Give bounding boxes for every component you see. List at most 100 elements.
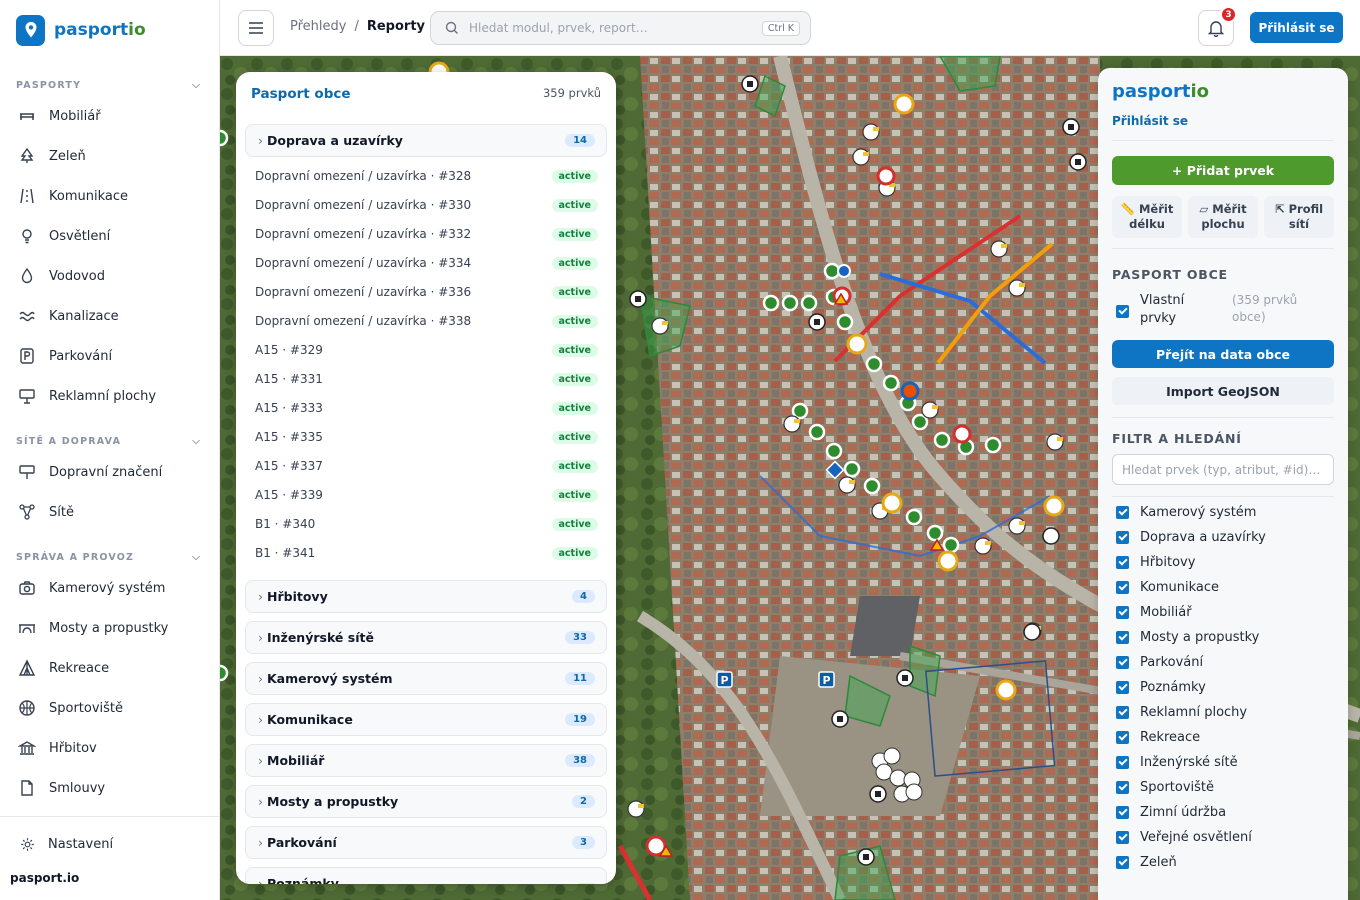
filter-label[interactable]: Mobiliář [1140,605,1192,620]
group-mobiliar[interactable]: › Mobiliář 38 [245,744,607,777]
list-item-name: Dopravní omezení / uzavírka · #336 [255,285,472,299]
global-search[interactable]: Ctrl K [430,11,811,45]
list-item[interactable]: A15 · #337 active [255,456,598,476]
list-item[interactable]: A15 · #335 active [255,427,598,447]
group-count-badge: 11 [565,672,595,685]
own-features-checkbox[interactable] [1116,305,1129,318]
filter-label[interactable]: Hřbitovy [1140,555,1195,570]
sidebar-item-komunikace[interactable]: Komunikace [18,184,209,208]
filter-checkbox[interactable] [1116,731,1129,744]
filter-label[interactable]: Inženýrské sítě [1140,755,1238,770]
filter-label[interactable]: Parkování [1140,655,1203,670]
filter-label[interactable]: Poznámky [1140,680,1206,695]
network-profile-button[interactable]: ⇱ Profil sítí [1264,196,1334,238]
chevron-right-icon: › [258,133,263,148]
sidebar-item-mosty-a-propustky[interactable]: Mosty a propustky [18,616,209,640]
sidebar-item-zelen[interactable]: Zeleň [18,144,209,168]
measure-area-button[interactable]: ▱ Měřit plochu [1188,196,1258,238]
sidebar-item-mobiliar[interactable]: Mobiliář [18,104,209,128]
group-inzenyrske-site[interactable]: › Inženýrské sítě 33 [245,621,607,654]
filter-checkbox[interactable] [1116,656,1129,669]
group-mosty-a-propustky[interactable]: › Mosty a propustky 2 [245,785,607,818]
sidebar-item-kamerovy-system[interactable]: Kamerový systém [18,576,209,600]
control-panel-login-link[interactable]: Přihlásit se [1112,114,1188,128]
filter-label[interactable]: Kamerový systém [1140,505,1256,520]
breadcrumb-reporty[interactable]: Reporty [367,19,425,34]
filter-label[interactable]: Reklamní plochy [1140,705,1247,720]
list-item[interactable]: Dopravní omezení / uzavírka · #334 active [255,253,598,273]
sidebar-item-smlouvy[interactable]: Smlouvy [18,776,209,800]
measure-length-button[interactable]: 📏 Měřit délku [1112,196,1182,238]
sidebar-item-hrbitov[interactable]: Hřbitov [18,736,209,760]
filter-checkbox[interactable] [1116,506,1129,519]
feature-search-input[interactable] [1112,454,1334,485]
group-poznamky[interactable]: › Poznámky [245,867,607,884]
global-search-input[interactable] [469,21,752,35]
sidebar-item-kanalizace[interactable]: Kanalizace [18,304,209,328]
go-to-municipal-data-button[interactable]: Přejít na data obce [1112,340,1334,368]
group-hrbitovy[interactable]: › Hřbitovy 4 [245,580,607,613]
list-item[interactable]: Dopravní omezení / uzavírka · #332 active [255,224,598,244]
filter-checkbox[interactable] [1116,806,1129,819]
filter-checkbox[interactable] [1116,556,1129,569]
filter-checkbox[interactable] [1116,681,1129,694]
nav-section-site-a-doprava[interactable]: SÍTĚ A DOPRAVA ⌵ [16,436,201,447]
filter-checkbox[interactable] [1116,631,1129,644]
filter-label[interactable]: Doprava a uzavírky [1140,530,1266,545]
sidebar-item-reklamni-plochy[interactable]: Reklamní plochy [18,384,209,408]
import-geojson-button[interactable]: Import GeoJSON [1112,377,1334,405]
group-doprava-a-uzavirky[interactable]: › Doprava a uzavírky 14 [245,124,607,157]
filter-checkbox[interactable] [1116,706,1129,719]
filter-label[interactable]: Zimní údržba [1140,805,1226,820]
divider [1112,140,1334,141]
filter-label[interactable]: Mosty a propustky [1140,630,1259,645]
list-item[interactable]: A15 · #331 active [255,369,598,389]
group-parkovani[interactable]: › Parkování 3 [245,826,607,859]
filter-label[interactable]: Zeleň [1140,855,1177,870]
login-button[interactable]: Přihlásit se [1250,12,1343,43]
sidebar-item-osvetleni[interactable]: Osvětlení [18,224,209,248]
sidebar-item-sportoviste[interactable]: Sportoviště [18,696,209,720]
sidebar-item-parkovani[interactable]: Parkování [18,344,209,368]
filter-label[interactable]: Sportoviště [1140,780,1214,795]
list-item[interactable]: Dopravní omezení / uzavírka · #328 active [255,166,598,186]
list-item[interactable]: Dopravní omezení / uzavírka · #338 active [255,311,598,331]
filter-checkbox[interactable] [1116,831,1129,844]
status-badge: active [551,343,598,357]
sidebar-item-dopravni-znaceni[interactable]: Dopravní značení [18,460,209,484]
breadcrumb-prehledy[interactable]: Přehledy [290,19,346,34]
nav-section-sprava-a-provoz[interactable]: SPRÁVA A PROVOZ ⌵ [16,552,201,563]
group-komunikace[interactable]: › Komunikace 19 [245,703,607,736]
sidebar-item-vodovod[interactable]: Vodovod [18,264,209,288]
list-item[interactable]: A15 · #329 active [255,340,598,360]
list-item[interactable]: A15 · #339 active [255,485,598,505]
filter-checkbox[interactable] [1116,581,1129,594]
sidebar-item-nastaveni[interactable]: Nastavení [20,832,209,856]
list-item[interactable]: A15 · #333 active [255,398,598,418]
filter-label[interactable]: Veřejné osvětlení [1140,830,1252,845]
brand-name: pasportio [54,20,146,40]
filter-label[interactable]: Rekreace [1140,730,1200,745]
menu-toggle-button[interactable] [238,10,274,46]
status-badge: active [551,169,598,183]
filter-label[interactable]: Komunikace [1140,580,1219,595]
chevron-right-icon: › [258,712,263,727]
list-item[interactable]: B1 · #340 active [255,514,598,534]
list-panel-count: 359 prvků [542,86,601,100]
nav-section-pasporty[interactable]: PASPORTY ⌵ [16,80,201,91]
list-item[interactable]: B1 · #341 active [255,543,598,563]
list-item[interactable]: Dopravní omezení / uzavírka · #330 active [255,195,598,215]
sidebar-item-rekreace[interactable]: Rekreace [18,656,209,680]
filter-checkbox[interactable] [1116,756,1129,769]
filter-checkbox[interactable] [1116,856,1129,869]
arrow-up-left-icon: ⇱ [1274,202,1285,216]
filter-checkbox[interactable] [1116,531,1129,544]
sidebar-item-site[interactable]: Sítě [18,500,209,524]
filter-checkbox[interactable] [1116,781,1129,794]
filter-checkbox[interactable] [1116,606,1129,619]
list-item[interactable]: Dopravní omezení / uzavírka · #336 active [255,282,598,302]
add-feature-button[interactable]: + Přidat prvek [1112,156,1334,185]
group-kamerovy-system[interactable]: › Kamerový systém 11 [245,662,607,695]
brand-logo[interactable]: pasportio [16,14,146,46]
list-item-name: A15 · #331 [255,372,323,386]
